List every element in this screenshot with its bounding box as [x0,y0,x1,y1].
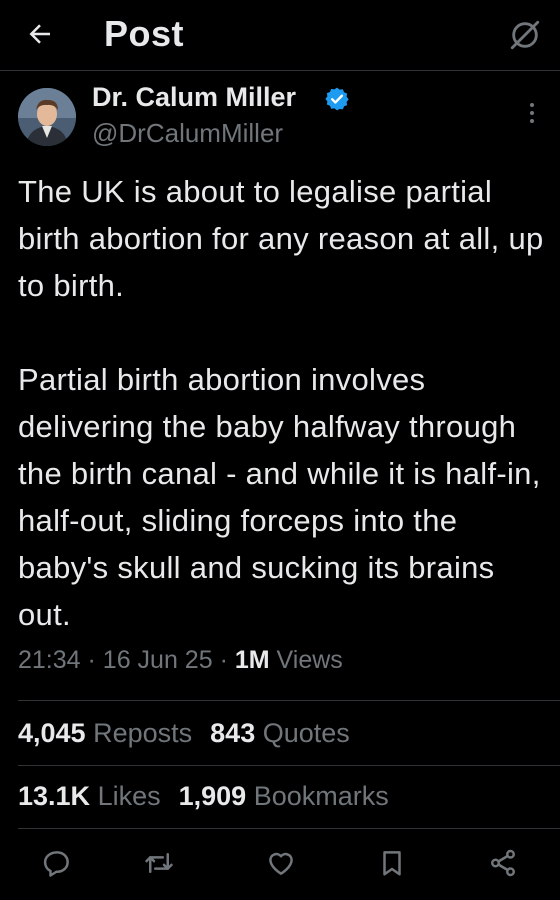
repost-icon [144,848,174,878]
reply-icon [42,848,72,878]
grok-button[interactable] [506,16,544,54]
repost-button[interactable] [142,846,176,880]
bookmarks-label: Bookmarks [253,781,389,811]
quotes-stat[interactable]: 843 Quotes [210,718,350,748]
share-button[interactable] [486,846,520,880]
post-metadata: 21:34 · 16 Jun 25 · 1M Views [18,646,343,675]
post-date[interactable]: 16 Jun 25 [103,646,213,674]
engagement-stats-row-2: 13.1K Likes 1,909 Bookmarks [18,781,407,812]
action-bar [0,838,560,888]
verified-badge-icon [324,86,350,112]
engagement-stats-row-1: 4,045 Reposts 843 Quotes [18,718,368,749]
views-label: Views [276,646,343,674]
arrow-left-icon [25,19,55,49]
bookmarks-count: 1,909 [178,781,247,811]
post-time[interactable]: 21:34 [18,646,81,674]
like-button[interactable] [264,846,298,880]
reposts-label: Reposts [93,718,193,748]
post-text: The UK is about to legalise partial birt… [18,168,548,638]
meta-separator: · [219,646,228,674]
author-name[interactable]: Dr. Calum Miller [92,82,296,113]
divider [18,828,560,829]
reposts-stat[interactable]: 4,045 Reposts [18,718,192,748]
reply-button[interactable] [40,846,74,880]
share-icon [488,848,518,878]
page-title: Post [104,13,185,54]
post-paragraph: Partial birth abortion involves deliveri… [18,362,541,632]
post-paragraph: The UK is about to legalise partial birt… [18,174,544,303]
back-button[interactable] [22,16,58,52]
likes-count: 13.1K [18,781,91,811]
avatar-image [18,88,76,146]
avatar[interactable] [18,88,76,146]
likes-label: Likes [97,781,161,811]
quotes-count: 843 [210,718,256,748]
divider [18,700,560,701]
likes-stat[interactable]: 13.1K Likes [18,781,161,811]
reposts-count: 4,045 [18,718,86,748]
bookmark-icon [377,848,407,878]
more-vertical-icon [529,101,535,125]
views-count: 1M [234,646,270,674]
bookmarks-stat[interactable]: 1,909 Bookmarks [179,781,389,811]
author-handle[interactable]: @DrCalumMiller [92,118,283,149]
bookmark-button[interactable] [375,846,409,880]
like-icon [266,848,296,878]
meta-separator: · [87,646,96,674]
quotes-label: Quotes [262,718,350,748]
more-options-button[interactable] [520,98,544,128]
divider [18,765,560,766]
top-bar: Post [0,0,560,71]
grok-icon [508,18,542,52]
